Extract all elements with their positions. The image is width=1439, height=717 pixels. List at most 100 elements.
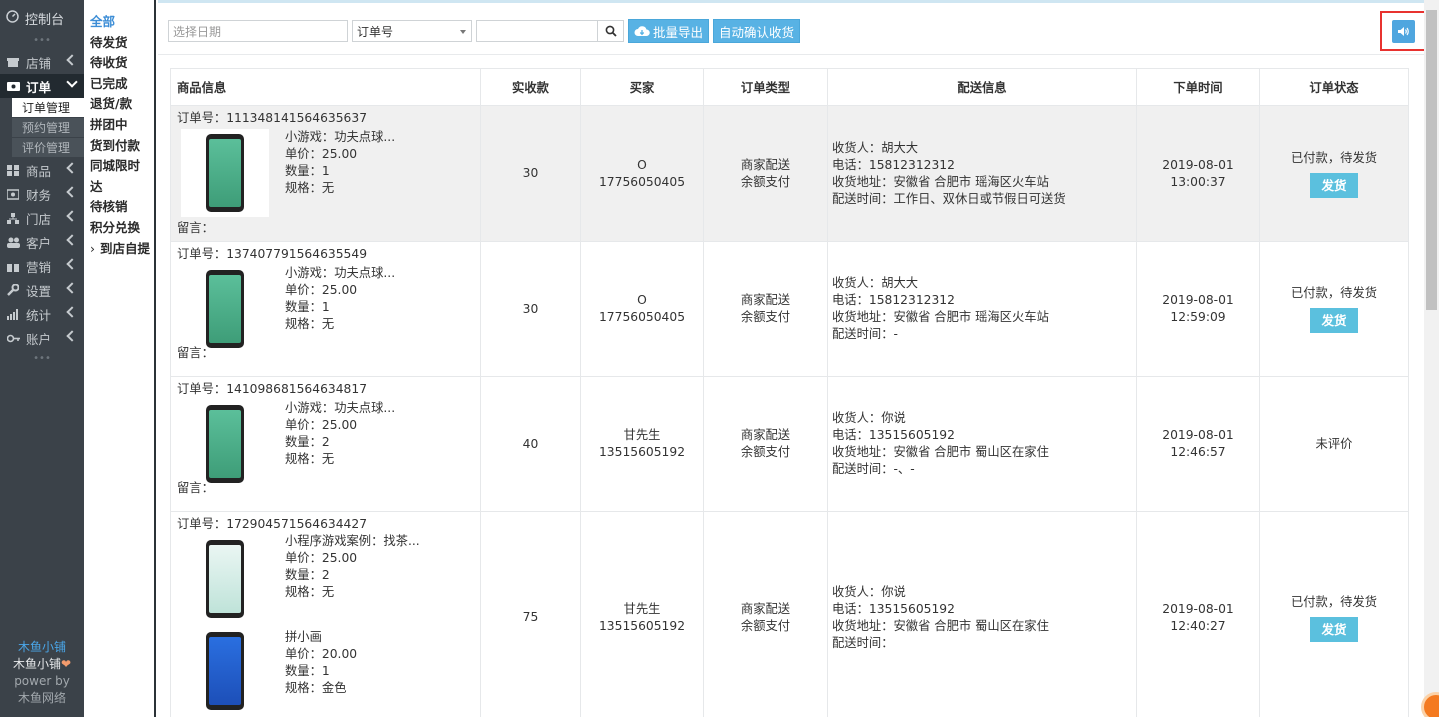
order-status-cell: 已付款，待发货 发货 — [1259, 511, 1409, 717]
filter-pickup[interactable]: › 到店自提 — [84, 239, 154, 260]
product-info-cell: 订单号：111348141564635637 小游戏：功夫点球... 单价：25… — [170, 105, 481, 242]
product-name[interactable]: 小程序游戏案例：找茶... — [285, 533, 420, 550]
product-name[interactable]: 小游戏：功夫点球... — [285, 265, 395, 282]
delivery-time: 配送时间：-、- — [832, 462, 915, 476]
receiver-phone: 电话：15812312312 — [832, 293, 955, 307]
search-button[interactable] — [598, 20, 624, 42]
sidebar-dashboard[interactable]: 控制台 — [0, 0, 84, 36]
sidebar-footer: 木鱼小铺 木鱼小铺❤ power by 木鱼网络 — [0, 639, 84, 707]
sidebar-item-label: 门店 — [26, 211, 52, 227]
filter-to-receive[interactable]: 待收货 — [84, 53, 154, 74]
column-header: 下单时间 — [1136, 68, 1260, 106]
filter-all[interactable]: 全部 — [84, 12, 154, 33]
ship-button[interactable]: 发货 — [1310, 172, 1358, 198]
search-icon — [605, 25, 617, 37]
filter-to-ship[interactable]: 待发货 — [84, 33, 154, 54]
ship-button[interactable]: 发货 — [1310, 616, 1358, 642]
product-thumbnail[interactable] — [181, 265, 269, 353]
shipping-info-cell: 收货人：胡大大 电话：15812312312 收货地址：安徽省 合肥市 瑶海区火… — [827, 105, 1137, 242]
product-thumbnail[interactable] — [181, 627, 269, 715]
product-thumbnail[interactable] — [181, 535, 269, 623]
receiver-phone: 电话：15812312312 — [832, 157, 955, 172]
column-header: 买家 — [580, 68, 704, 106]
search-field-select[interactable]: 订单号 — [352, 20, 472, 42]
cloud-download-icon — [634, 26, 650, 36]
shop-icon — [6, 56, 20, 68]
product-name[interactable]: 小游戏：功夫点球... — [285, 400, 395, 417]
sidebar-item-marketing[interactable]: 营销 — [0, 254, 84, 278]
sidebar-item-settings[interactable]: 设置 — [0, 278, 84, 302]
sidebar-subitem-booking-manage[interactable]: 预约管理 — [12, 118, 84, 138]
product-name[interactable]: 小游戏：功夫点球... — [285, 129, 395, 146]
sidebar-item-goods[interactable]: 商品 — [0, 158, 84, 182]
filter-refund[interactable]: 退货/款 — [84, 94, 154, 115]
order-date: 2019-08-01 — [1162, 601, 1234, 616]
receiver: 收货人：你说 — [832, 411, 906, 425]
filter-pickup-label: 到店自提 — [100, 240, 151, 256]
product-spec: 规格：无 — [285, 452, 335, 466]
order-status: 已付款，待发货 — [1290, 286, 1378, 300]
filter-to-verify[interactable]: 待核销 — [84, 197, 154, 218]
order-time: 12:40:27 — [1170, 618, 1226, 633]
amount-cell: 30 — [480, 105, 581, 242]
delivery-time: 配送时间： — [832, 635, 894, 650]
footer-company: 木鱼网络 — [17, 691, 66, 705]
wrench-icon — [6, 284, 20, 296]
filter-same-city[interactable]: 同城限时达 — [84, 156, 154, 197]
buyer-phone: 17756050405 — [598, 310, 686, 324]
sidebar-subitem-review-manage[interactable]: 评价管理 — [12, 138, 84, 158]
filter-group-buying[interactable]: 拼团中 — [84, 115, 154, 136]
table-header-row: 商品信息 实收款 买家 订单类型 配送信息 下单时间 订单状态 — [170, 68, 1409, 106]
footer-brand-text: 木鱼小铺 — [12, 657, 61, 671]
receiver-phone: 电话：13515605192 — [832, 601, 955, 616]
payment-type: 余额支付 — [740, 174, 791, 189]
chevron-left-icon — [66, 330, 78, 342]
chevron-left-icon — [66, 234, 78, 246]
order-number: 订单号：137407791564635549 — [177, 247, 368, 261]
sidebar-divider: ••• — [33, 35, 51, 46]
volume-icon — [1398, 26, 1409, 36]
sidebar-item-customer[interactable]: 客户 — [0, 230, 84, 254]
sidebar-item-store[interactable]: 门店 — [0, 206, 84, 230]
sound-toggle-button[interactable] — [1392, 19, 1415, 43]
sidebar-item-account[interactable]: 账户 — [0, 326, 84, 350]
customer-icon — [6, 236, 20, 248]
page-scrollbar[interactable] — [1424, 0, 1439, 717]
scrollbar-thumb[interactable] — [1426, 10, 1437, 310]
product-thumbnail[interactable] — [181, 400, 269, 488]
table-row: 订单号：141098681564634817 小游戏：功夫点球... 单价：25… — [170, 376, 1409, 512]
bulk-export-button[interactable]: 批量导出 — [628, 19, 710, 43]
footer-brand-link[interactable]: 木鱼小铺 — [0, 639, 84, 656]
sidebar-subitem-order-manage[interactable]: 订单管理 — [12, 98, 84, 118]
product-spec: 规格：无 — [285, 181, 335, 195]
filter-points[interactable]: 积分兑换 — [84, 218, 154, 239]
buyer-cell: O 17756050405 — [580, 105, 704, 242]
buyer-phone: 13515605192 — [598, 445, 686, 459]
sidebar-item-shop[interactable]: 店铺 — [0, 50, 84, 74]
order-time: 12:59:09 — [1170, 310, 1226, 324]
buyer-cell: 甘先生 13515605192 — [580, 511, 704, 717]
sidebar-item-order[interactable]: 订单 — [0, 74, 84, 98]
sidebar-item-finance[interactable]: 财务 — [0, 182, 84, 206]
product-price: 单价：25.00 — [285, 418, 358, 432]
amount-cell: 40 — [480, 376, 581, 512]
ship-button[interactable]: 发货 — [1310, 308, 1358, 333]
search-input[interactable] — [476, 20, 598, 42]
order-time: 12:46:57 — [1170, 445, 1226, 459]
order-type-cell: 商家配送 余额支付 — [703, 511, 828, 717]
date-picker-input[interactable]: 选择日期 — [168, 20, 348, 42]
product-thumbnail[interactable] — [181, 129, 269, 217]
sidebar-item-stats[interactable]: 统计 — [0, 302, 84, 326]
auto-confirm-receipt-button[interactable]: 自动确认收货 — [713, 19, 801, 43]
filter-completed[interactable]: 已完成 — [84, 74, 154, 95]
sidebar-item-label: 营销 — [26, 259, 52, 275]
product-qty: 数量：1 — [285, 164, 330, 178]
order-message: 留言： — [177, 221, 214, 235]
chevron-left-icon — [66, 162, 78, 174]
toolbar-divider — [158, 54, 1424, 55]
product-name[interactable]: 拼小画 — [285, 629, 357, 646]
buyer-name: 甘先生 — [623, 428, 661, 442]
filter-cod[interactable]: 货到付款 — [84, 136, 154, 157]
product-info-cell: 订单号：141098681564634817 小游戏：功夫点球... 单价：25… — [170, 376, 481, 512]
sidebar-item-label: 商品 — [26, 163, 52, 179]
